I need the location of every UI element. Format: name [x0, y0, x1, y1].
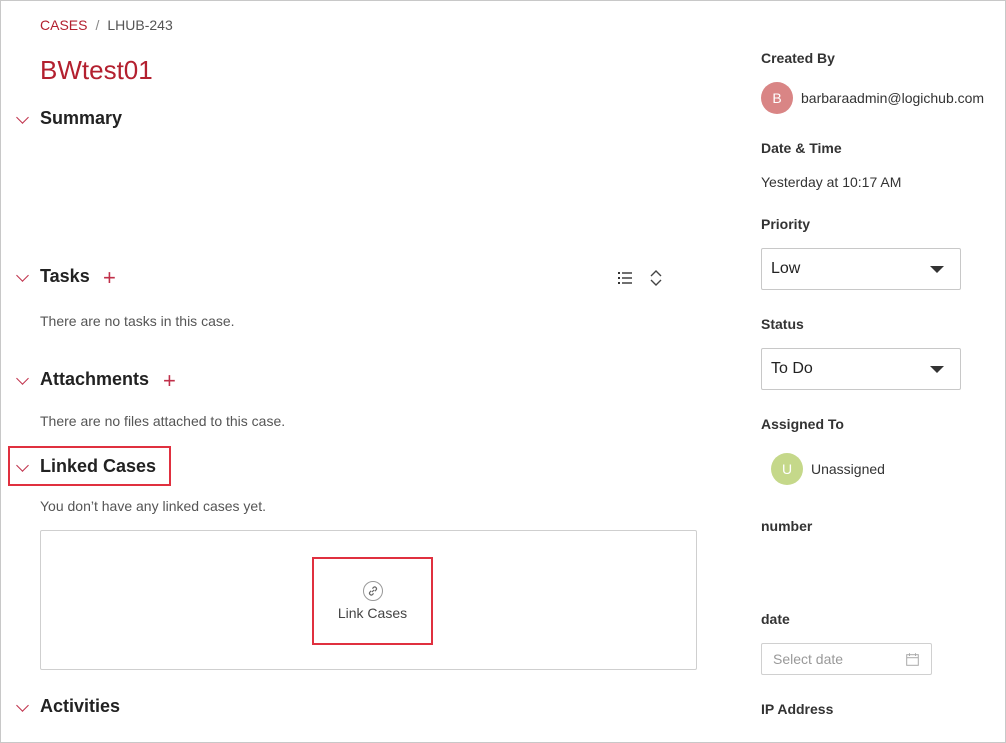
activities-section-title: Activities	[40, 696, 121, 716]
created-by-label: Created By	[761, 50, 835, 66]
status-select[interactable]: To Do	[761, 348, 961, 390]
linked-cases-section-title: Linked Cases	[40, 456, 157, 476]
linked-cases-empty-text: You don’t have any linked cases yet.	[40, 498, 266, 514]
task-list-view-icon[interactable]	[617, 271, 633, 285]
case-title: BWtest01	[40, 55, 153, 85]
tasks-section-title: Tasks	[40, 266, 90, 286]
assignee-value[interactable]: Unassigned	[811, 461, 885, 477]
link-chain-icon	[362, 581, 383, 601]
status-label: Status	[761, 316, 804, 332]
summary-section-title: Summary	[40, 108, 123, 128]
number-field-label: number	[761, 518, 813, 534]
add-task-plus-icon[interactable]: +	[103, 267, 116, 289]
status-selected-value: To Do	[771, 360, 813, 377]
add-attachment-plus-icon[interactable]: +	[163, 370, 176, 392]
assigned-to-label: Assigned To	[761, 416, 844, 432]
breadcrumb-cases-link[interactable]: CASES	[40, 17, 87, 33]
date-picker-input[interactable]: Select date	[761, 643, 932, 675]
priority-dropdown-caret-icon	[930, 266, 944, 273]
link-cases-button[interactable]: Link Cases	[314, 559, 431, 643]
sort-expand-icon[interactable]	[649, 269, 663, 287]
tasks-empty-text: There are no tasks in this case.	[40, 313, 235, 329]
breadcrumb: CASES / LHUB-243	[40, 17, 173, 33]
priority-selected-value: Low	[771, 260, 801, 277]
priority-select[interactable]: Low	[761, 248, 961, 290]
status-dropdown-caret-icon	[930, 366, 944, 373]
date-picker-placeholder: Select date	[773, 651, 844, 667]
date-field-label: date	[761, 611, 790, 627]
date-time-value: Yesterday at 10:17 AM	[761, 174, 902, 190]
calendar-icon[interactable]	[906, 653, 919, 666]
assignee-avatar[interactable]: U	[771, 453, 803, 485]
creator-email: barbaraadmin@logichub.com	[801, 90, 985, 106]
priority-label: Priority	[761, 216, 811, 232]
link-cases-label: Link Cases	[337, 605, 408, 621]
breadcrumb-separator: /	[95, 17, 100, 33]
ip-address-label: IP Address	[761, 701, 834, 717]
date-time-label: Date & Time	[761, 140, 842, 156]
breadcrumb-current: LHUB-243	[107, 17, 173, 33]
attachments-section-title: Attachments	[40, 369, 150, 389]
creator-avatar: B	[761, 82, 793, 114]
attachments-empty-text: There are no files attached to this case…	[40, 413, 286, 429]
